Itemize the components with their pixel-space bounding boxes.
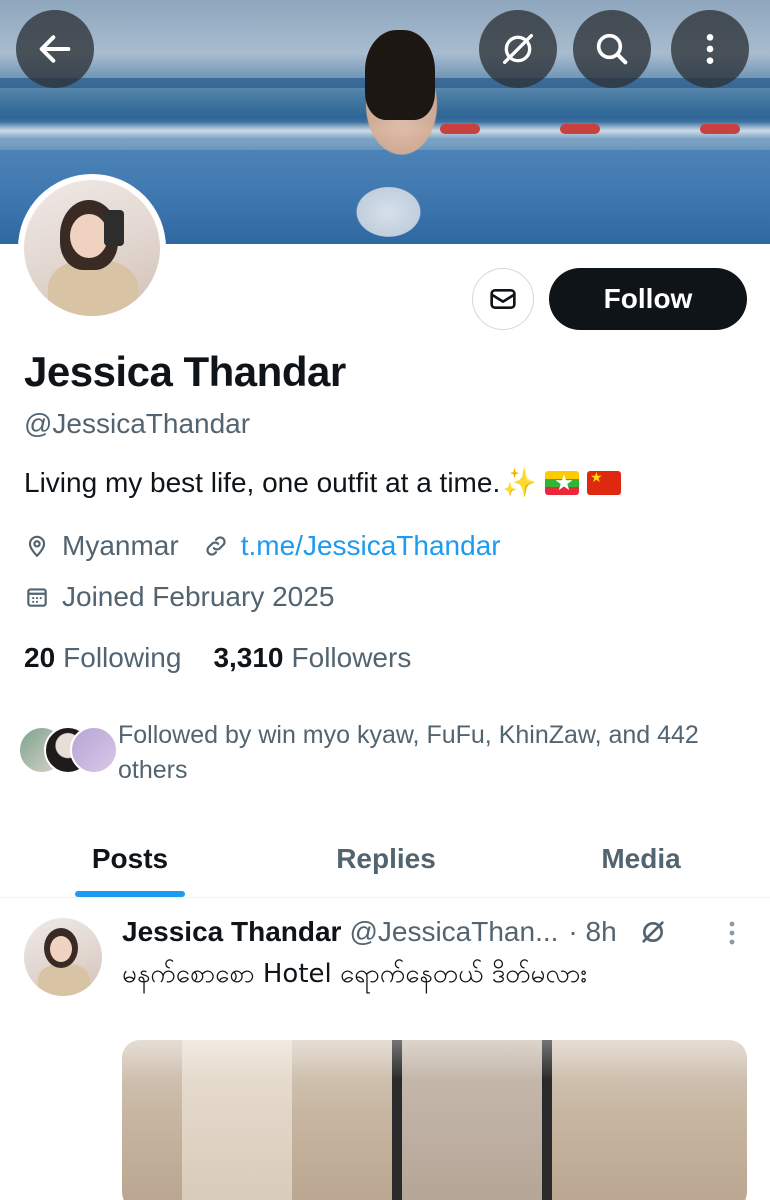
- more-vertical-icon: [706, 34, 714, 64]
- followers-label: Followers: [291, 642, 412, 673]
- post-time[interactable]: · 8h: [568, 916, 616, 948]
- tab-label: Posts: [91, 842, 169, 874]
- message-button[interactable]: [472, 268, 534, 330]
- joined-text: Joined February 2025: [62, 581, 335, 612]
- grok-button[interactable]: [479, 10, 557, 88]
- post-more-icon[interactable]: [722, 918, 742, 948]
- avatar-image: [24, 180, 160, 316]
- profile-meta-location: Myanmar t.me/JessicaThandar: [24, 530, 501, 562]
- location-pin-icon: [28, 535, 46, 558]
- banner-hair: [365, 30, 435, 120]
- location-text: Myanmar: [62, 530, 179, 561]
- tab-replies[interactable]: Replies: [260, 820, 512, 897]
- search-icon: [596, 33, 628, 65]
- grok-icon[interactable]: [637, 916, 669, 948]
- active-tab-indicator: [75, 891, 185, 897]
- profile-meta-joined: Joined February 2025: [24, 581, 334, 613]
- follow-button[interactable]: Follow: [549, 268, 747, 330]
- profile-tabs: Posts Replies Media: [0, 820, 770, 898]
- post-handle[interactable]: @JessicaThan...: [349, 916, 558, 948]
- post-media-image[interactable]: [122, 1040, 747, 1200]
- mail-icon: [490, 289, 516, 309]
- followed-by[interactable]: Followed by win myo kyaw, FuFu, KhinZaw,…: [18, 718, 738, 788]
- china-flag-icon: [587, 470, 622, 495]
- link-icon: [206, 536, 226, 556]
- arrow-left-icon: [39, 35, 71, 63]
- post-author[interactable]: Jessica Thandar: [122, 916, 341, 948]
- followed-by-avatars: [18, 726, 118, 776]
- profile-name: Jessica Thandar: [24, 348, 346, 395]
- grok-icon: [503, 34, 533, 64]
- followers-link[interactable]: 3,310 Followers: [213, 642, 411, 674]
- profile-bio: Living my best life, one outfit at a tim…: [24, 466, 622, 499]
- banner-boat: [700, 124, 740, 134]
- profile-avatar[interactable]: [18, 174, 166, 322]
- follow-counts: 20 Following 3,310 Followers: [24, 642, 443, 674]
- followers-count: 3,310: [213, 642, 284, 673]
- banner-boat: [560, 124, 600, 134]
- post-avatar[interactable]: [24, 918, 102, 996]
- back-button[interactable]: [16, 10, 94, 88]
- followed-by-text: Followed by win myo kyaw, FuFu, KhinZaw,…: [118, 721, 699, 784]
- tab-label: Replies: [336, 842, 436, 874]
- search-button[interactable]: [573, 10, 651, 88]
- tab-media[interactable]: Media: [512, 820, 770, 897]
- myanmar-flag-icon: [545, 470, 580, 495]
- post-text: မနက်စောစော Hotel ရောက်နေတယ် ဒိတ်မလား: [122, 959, 587, 989]
- profile-handle: @JessicaThandar: [24, 408, 251, 439]
- post-header: Jessica Thandar @JessicaThan... · 8h: [122, 912, 669, 952]
- tab-label: Media: [601, 842, 681, 874]
- avatar: [70, 726, 118, 774]
- more-button[interactable]: [671, 10, 749, 88]
- bio-text: Living my best life, one outfit at a tim…: [24, 466, 501, 498]
- profile-link[interactable]: t.me/JessicaThandar: [241, 530, 501, 562]
- calendar-icon: [27, 588, 47, 607]
- tab-posts[interactable]: Posts: [0, 820, 260, 897]
- sparkles-emoji: ✨: [502, 467, 538, 498]
- following-count: 20: [24, 642, 56, 673]
- media-shine: [122, 1040, 747, 1080]
- following-label: Following: [63, 642, 182, 673]
- following-link[interactable]: 20 Following: [24, 642, 181, 674]
